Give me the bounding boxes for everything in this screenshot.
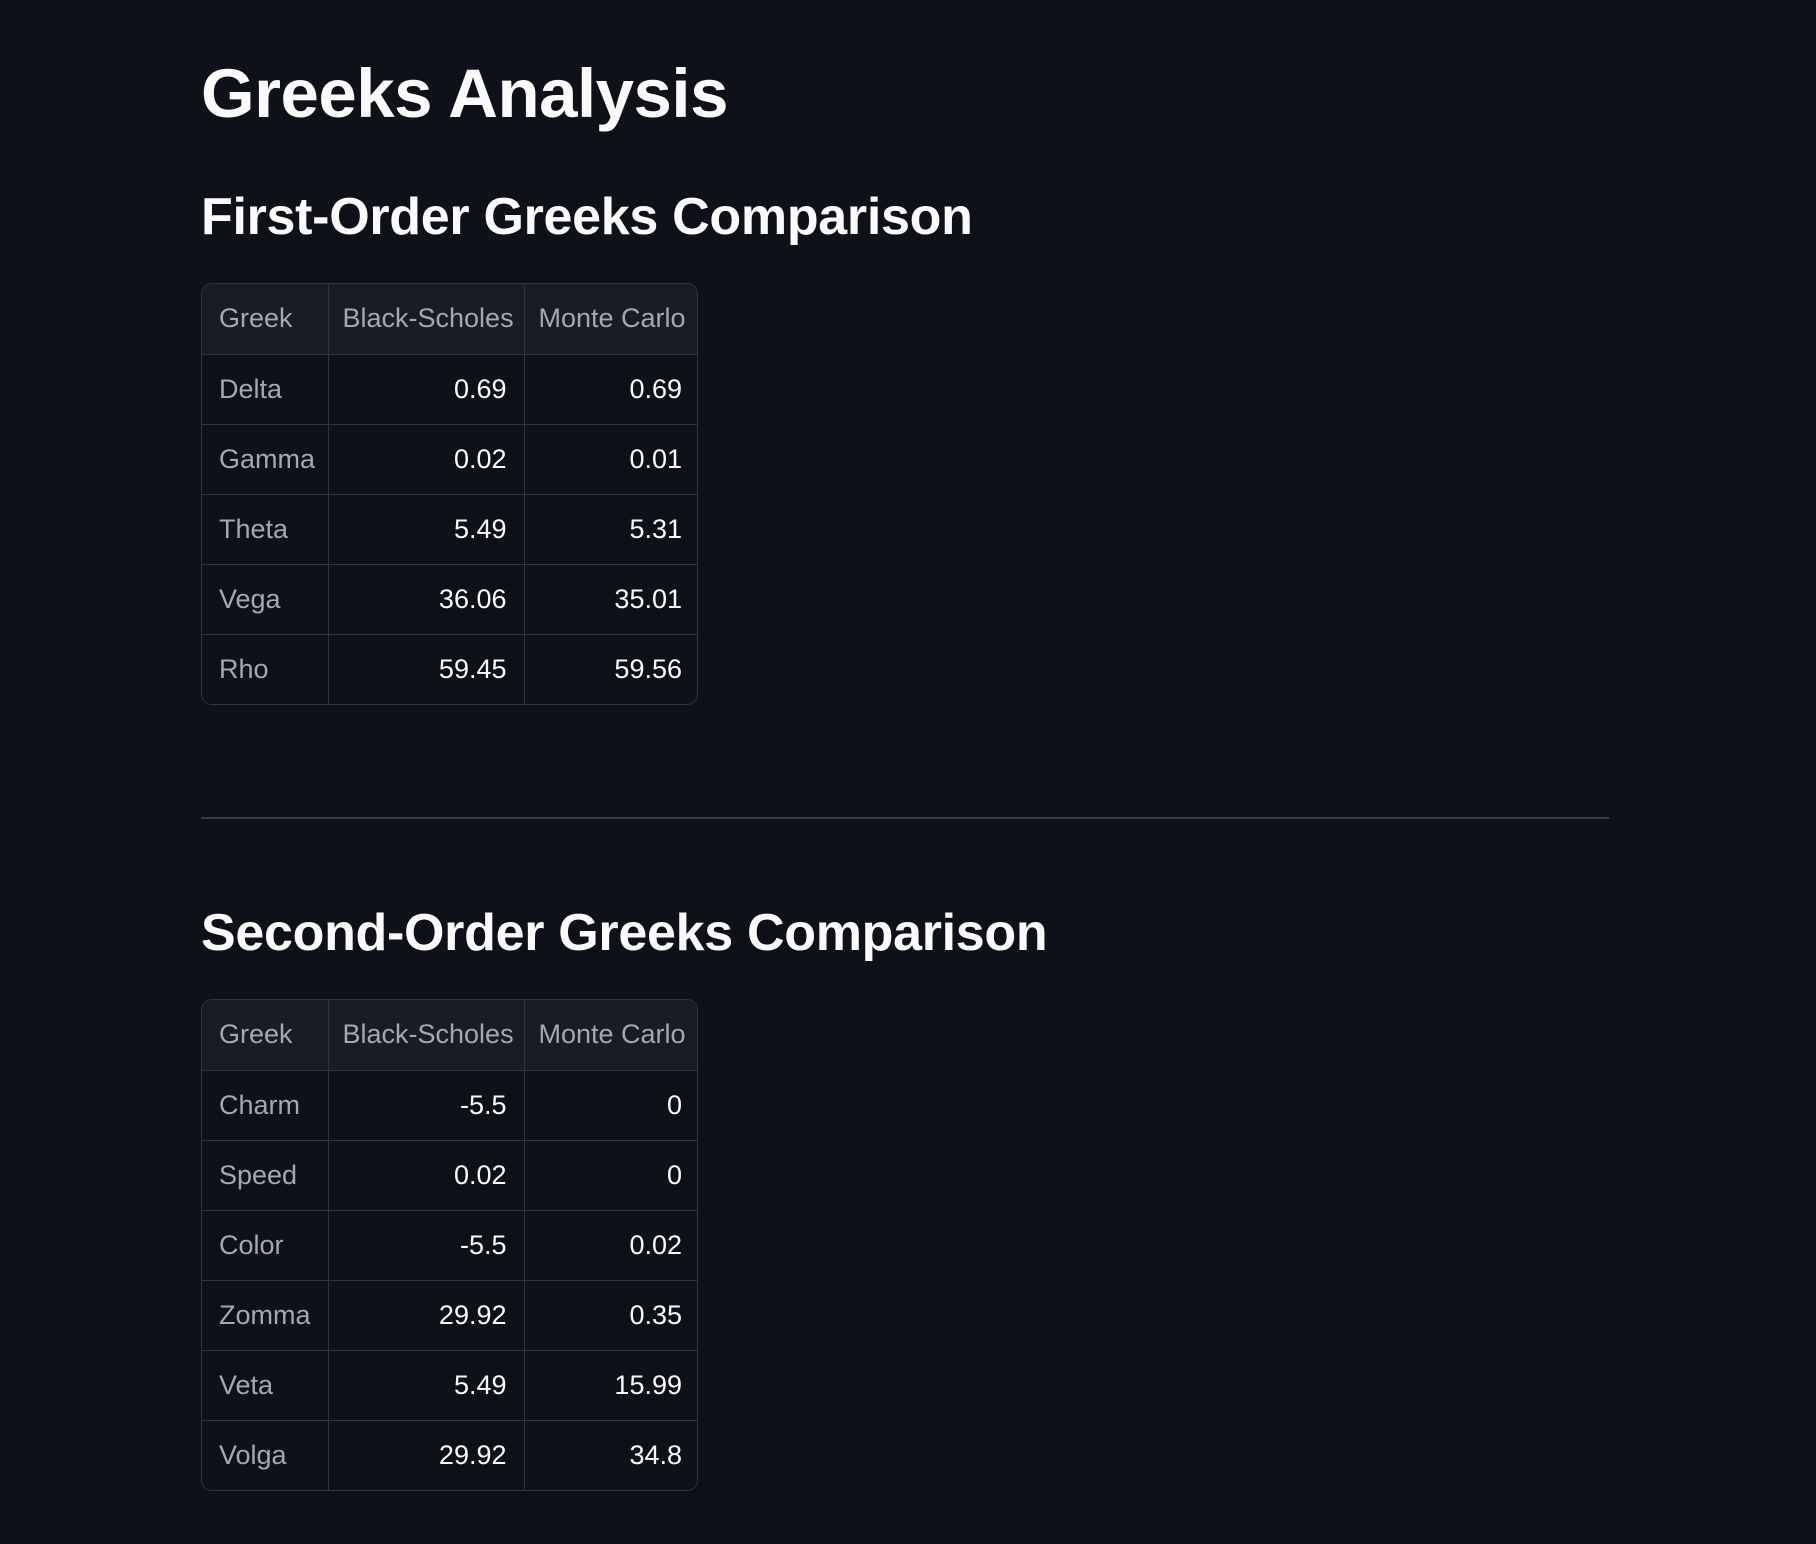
monte-carlo-cell[interactable]: 0.69 [524, 354, 697, 425]
black-scholes-cell[interactable]: -5.5 [328, 1070, 525, 1141]
table-header-row: Greek Black-Scholes Monte Carlo [202, 1000, 697, 1071]
second-order-greeks-table[interactable]: Greek Black-Scholes Monte Carlo Charm -5… [201, 999, 698, 1491]
second-order-section-title: Second-Order Greeks Comparison [201, 904, 1048, 962]
black-scholes-cell[interactable]: 0.69 [328, 354, 525, 425]
greek-name-cell[interactable]: Vega [202, 564, 329, 635]
monte-carlo-cell[interactable]: 15.99 [524, 1350, 697, 1421]
table-row: Zomma 29.92 0.35 [202, 1280, 697, 1351]
greek-name-cell[interactable]: Color [202, 1210, 329, 1281]
greek-name-cell[interactable]: Volga [202, 1420, 329, 1490]
table-row: Theta 5.49 5.31 [202, 494, 697, 565]
column-header-monte-carlo[interactable]: Monte Carlo [524, 1000, 697, 1071]
table-row: Speed 0.02 0 [202, 1140, 697, 1211]
table-row: Color -5.5 0.02 [202, 1210, 697, 1281]
greek-name-cell[interactable]: Speed [202, 1140, 329, 1211]
greek-name-cell[interactable]: Charm [202, 1070, 329, 1141]
greek-name-cell[interactable]: Rho [202, 634, 329, 704]
first-order-section-title: First-Order Greeks Comparison [201, 188, 973, 246]
black-scholes-cell[interactable]: 0.02 [328, 1140, 525, 1211]
page-title: Greeks Analysis [201, 55, 728, 132]
column-header-monte-carlo[interactable]: Monte Carlo [524, 284, 697, 355]
black-scholes-cell[interactable]: 29.92 [328, 1280, 525, 1351]
monte-carlo-cell[interactable]: 0.35 [524, 1280, 697, 1351]
black-scholes-cell[interactable]: 36.06 [328, 564, 525, 635]
black-scholes-cell[interactable]: 0.02 [328, 424, 525, 495]
black-scholes-cell[interactable]: 59.45 [328, 634, 525, 704]
column-header-black-scholes[interactable]: Black-Scholes [328, 1000, 525, 1071]
monte-carlo-cell[interactable]: 0.01 [524, 424, 697, 495]
column-header-greek[interactable]: Greek [202, 1000, 329, 1071]
monte-carlo-cell[interactable]: 0 [524, 1070, 697, 1141]
monte-carlo-cell[interactable]: 5.31 [524, 494, 697, 565]
greek-name-cell[interactable]: Veta [202, 1350, 329, 1421]
column-header-greek[interactable]: Greek [202, 284, 329, 355]
black-scholes-cell[interactable]: 5.49 [328, 1350, 525, 1421]
monte-carlo-cell[interactable]: 59.56 [524, 634, 697, 704]
table-row: Delta 0.69 0.69 [202, 354, 697, 425]
table-row: Rho 59.45 59.56 [202, 634, 697, 704]
table-row: Veta 5.49 15.99 [202, 1350, 697, 1421]
monte-carlo-cell[interactable]: 0 [524, 1140, 697, 1211]
monte-carlo-cell[interactable]: 35.01 [524, 564, 697, 635]
black-scholes-cell[interactable]: 5.49 [328, 494, 525, 565]
table-row: Vega 36.06 35.01 [202, 564, 697, 635]
table-row: Charm -5.5 0 [202, 1070, 697, 1141]
black-scholes-cell[interactable]: 29.92 [328, 1420, 525, 1490]
greek-name-cell[interactable]: Gamma [202, 424, 329, 495]
first-order-greeks-table[interactable]: Greek Black-Scholes Monte Carlo Delta 0.… [201, 283, 698, 705]
section-divider [201, 817, 1609, 819]
black-scholes-cell[interactable]: -5.5 [328, 1210, 525, 1281]
column-header-black-scholes[interactable]: Black-Scholes [328, 284, 525, 355]
greek-name-cell[interactable]: Theta [202, 494, 329, 565]
monte-carlo-cell[interactable]: 34.8 [524, 1420, 697, 1490]
table-header-row: Greek Black-Scholes Monte Carlo [202, 284, 697, 355]
greek-name-cell[interactable]: Delta [202, 354, 329, 425]
table-row: Gamma 0.02 0.01 [202, 424, 697, 495]
greek-name-cell[interactable]: Zomma [202, 1280, 329, 1351]
monte-carlo-cell[interactable]: 0.02 [524, 1210, 697, 1281]
table-row: Volga 29.92 34.8 [202, 1420, 697, 1490]
